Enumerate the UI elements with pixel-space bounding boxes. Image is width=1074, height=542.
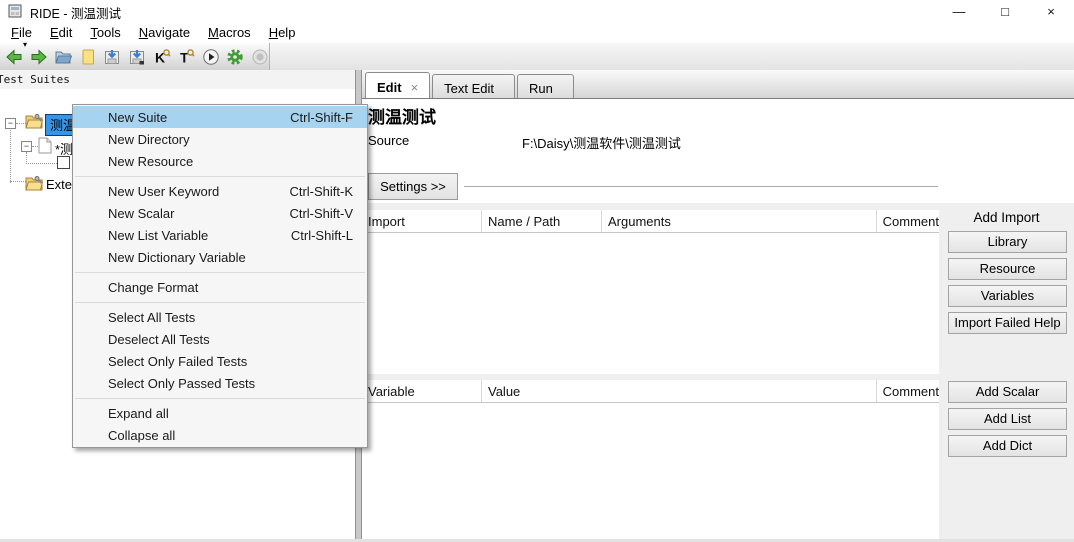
import-failed-help-button[interactable]: Import Failed Help — [948, 312, 1067, 334]
settings-toggle-button[interactable]: Settings >> — [368, 173, 458, 200]
menu-item-new-directory[interactable]: New Directory — [73, 128, 367, 150]
run-icon[interactable] — [201, 47, 220, 67]
toolbar: K T ▾ — [0, 41, 1074, 70]
menu-separator[interactable] — [73, 268, 367, 276]
menu-item-change-format[interactable]: Change Format — [73, 276, 367, 298]
app-icon — [8, 4, 22, 18]
tree-context-menu: New Suite Ctrl-Shift-F New Directory New… — [72, 104, 368, 448]
minimize-button[interactable]: — — [936, 0, 982, 22]
actions-sidebar: Add Import Library Resource Variables Impor… — [939, 203, 1074, 542]
column-header[interactable]: Name / Path — [482, 210, 602, 232]
stop-icon[interactable] — [250, 47, 269, 67]
menu-item-new-resource[interactable]: New Resource — [73, 150, 367, 172]
column-header[interactable]: Import — [362, 210, 482, 232]
editor-panel: Edit × Text Edit Run 测温测试 Source F:\Daisy\测… — [362, 70, 1074, 542]
edit-tab-content: 测温测试 Source F:\Daisy\测温软件\测温测试 Settings … — [362, 99, 1074, 542]
suite-folder-icon — [25, 113, 44, 132]
tree-connector — [10, 126, 11, 183]
back-icon[interactable] — [5, 47, 24, 67]
menu-separator[interactable] — [73, 172, 367, 180]
menubar: File Edit Tools Navigate Macros Help — [0, 22, 1074, 43]
add-scalar-button[interactable]: Add Scalar — [948, 381, 1067, 403]
suite-file-icon — [37, 137, 52, 157]
menu-item-new-scalar[interactable]: New Scalar Ctrl-Shift-V — [73, 202, 367, 224]
menu-file[interactable]: File — [2, 25, 41, 40]
import-table[interactable]: Import Name / Path Arguments Comment — [362, 210, 939, 374]
tree-connector — [10, 181, 26, 182]
search-tests-icon[interactable]: T — [177, 47, 196, 67]
tab-edit[interactable]: Edit × — [365, 72, 431, 98]
titlebar: RIDE - 测温测试 — □ × — [0, 0, 1074, 22]
close-button[interactable]: × — [1028, 0, 1074, 22]
tree-collapse-toggle[interactable]: − — [5, 118, 16, 129]
save-icon[interactable] — [103, 47, 122, 67]
menu-item-deselect-all-tests[interactable]: Deselect All Tests — [73, 328, 367, 350]
toolbar-overflow-icon[interactable]: ▾ — [23, 41, 27, 49]
tabbar: Edit × Text Edit Run — [362, 70, 1074, 99]
menu-edit[interactable]: Edit — [41, 25, 81, 40]
menu-separator[interactable] — [73, 298, 367, 306]
menu-item-new-dictionary-variable[interactable]: New Dictionary Variable — [73, 246, 367, 268]
import-buttons: Library Resource Variables Import Failed He… — [948, 231, 1067, 334]
variable-table-header: Variable Value Comment — [362, 380, 939, 403]
run-debug-icon[interactable] — [226, 47, 245, 67]
tab-text-edit[interactable]: Text Edit — [432, 74, 516, 98]
column-header[interactable]: Value — [482, 380, 877, 402]
maximize-button[interactable]: □ — [982, 0, 1028, 22]
tab-close-icon[interactable]: × — [411, 80, 419, 95]
panel-header-test-suites: Test Suites — [0, 70, 356, 89]
menu-navigate[interactable]: Navigate — [130, 25, 199, 40]
open-folder-icon[interactable] — [54, 47, 73, 67]
resource-button[interactable]: Resource — [948, 258, 1067, 280]
window-title: RIDE - 测温测试 — [30, 7, 121, 21]
menu-tools[interactable]: Tools — [81, 25, 129, 40]
menu-item-new-user-keyword[interactable]: New User Keyword Ctrl-Shift-K — [73, 180, 367, 202]
menu-separator[interactable] — [73, 394, 367, 402]
search-keywords-icon[interactable]: K — [152, 47, 171, 67]
column-header[interactable]: Arguments — [602, 210, 877, 232]
source-label: Source — [368, 133, 410, 148]
tab-run[interactable]: Run — [517, 74, 574, 98]
library-button[interactable]: Library — [948, 231, 1067, 253]
new-file-icon[interactable] — [79, 47, 98, 67]
variable-table[interactable]: Variable Value Comment — [362, 380, 939, 542]
save-all-icon[interactable] — [128, 47, 147, 67]
test-case-checkbox[interactable] — [57, 156, 70, 169]
forward-icon[interactable] — [30, 47, 49, 67]
column-header[interactable]: Variable — [362, 380, 482, 402]
import-table-header: Import Name / Path Arguments Comment — [362, 210, 939, 233]
menu-item-select-only-passed-tests[interactable]: Select Only Passed Tests — [73, 372, 367, 394]
source-path: F:\Daisy\测温软件\测温测试 — [522, 136, 681, 151]
variables-button[interactable]: Variables — [948, 285, 1067, 307]
menu-macros[interactable]: Macros — [199, 25, 260, 40]
menu-item-expand-all[interactable]: Expand all — [73, 402, 367, 424]
add-dict-button[interactable]: Add Dict — [948, 435, 1067, 457]
external-resources-folder-icon — [25, 175, 44, 194]
tree-connector — [26, 163, 57, 164]
add-list-button[interactable]: Add List — [948, 408, 1067, 430]
toolbar-group: K T — [0, 43, 270, 70]
suite-title: 测温测试 — [368, 108, 436, 127]
add-import-label: Add Import — [973, 210, 1040, 225]
menu-item-collapse-all[interactable]: Collapse all — [73, 424, 367, 446]
menu-help[interactable]: Help — [260, 25, 305, 40]
column-header[interactable]: Comment — [877, 380, 939, 402]
menu-item-new-suite[interactable]: New Suite Ctrl-Shift-F — [73, 106, 367, 128]
tree-collapse-toggle[interactable]: − — [21, 141, 32, 152]
menu-item-new-list-variable[interactable]: New List Variable Ctrl-Shift-L — [73, 224, 367, 246]
settings-divider — [464, 186, 938, 187]
menu-item-select-all-tests[interactable]: Select All Tests — [73, 306, 367, 328]
column-header[interactable]: Comment — [877, 210, 939, 232]
variable-buttons: Add Scalar Add List Add Dict — [948, 381, 1067, 457]
window-controls: — □ × — [936, 0, 1074, 22]
menu-item-select-only-failed-tests[interactable]: Select Only Failed Tests — [73, 350, 367, 372]
